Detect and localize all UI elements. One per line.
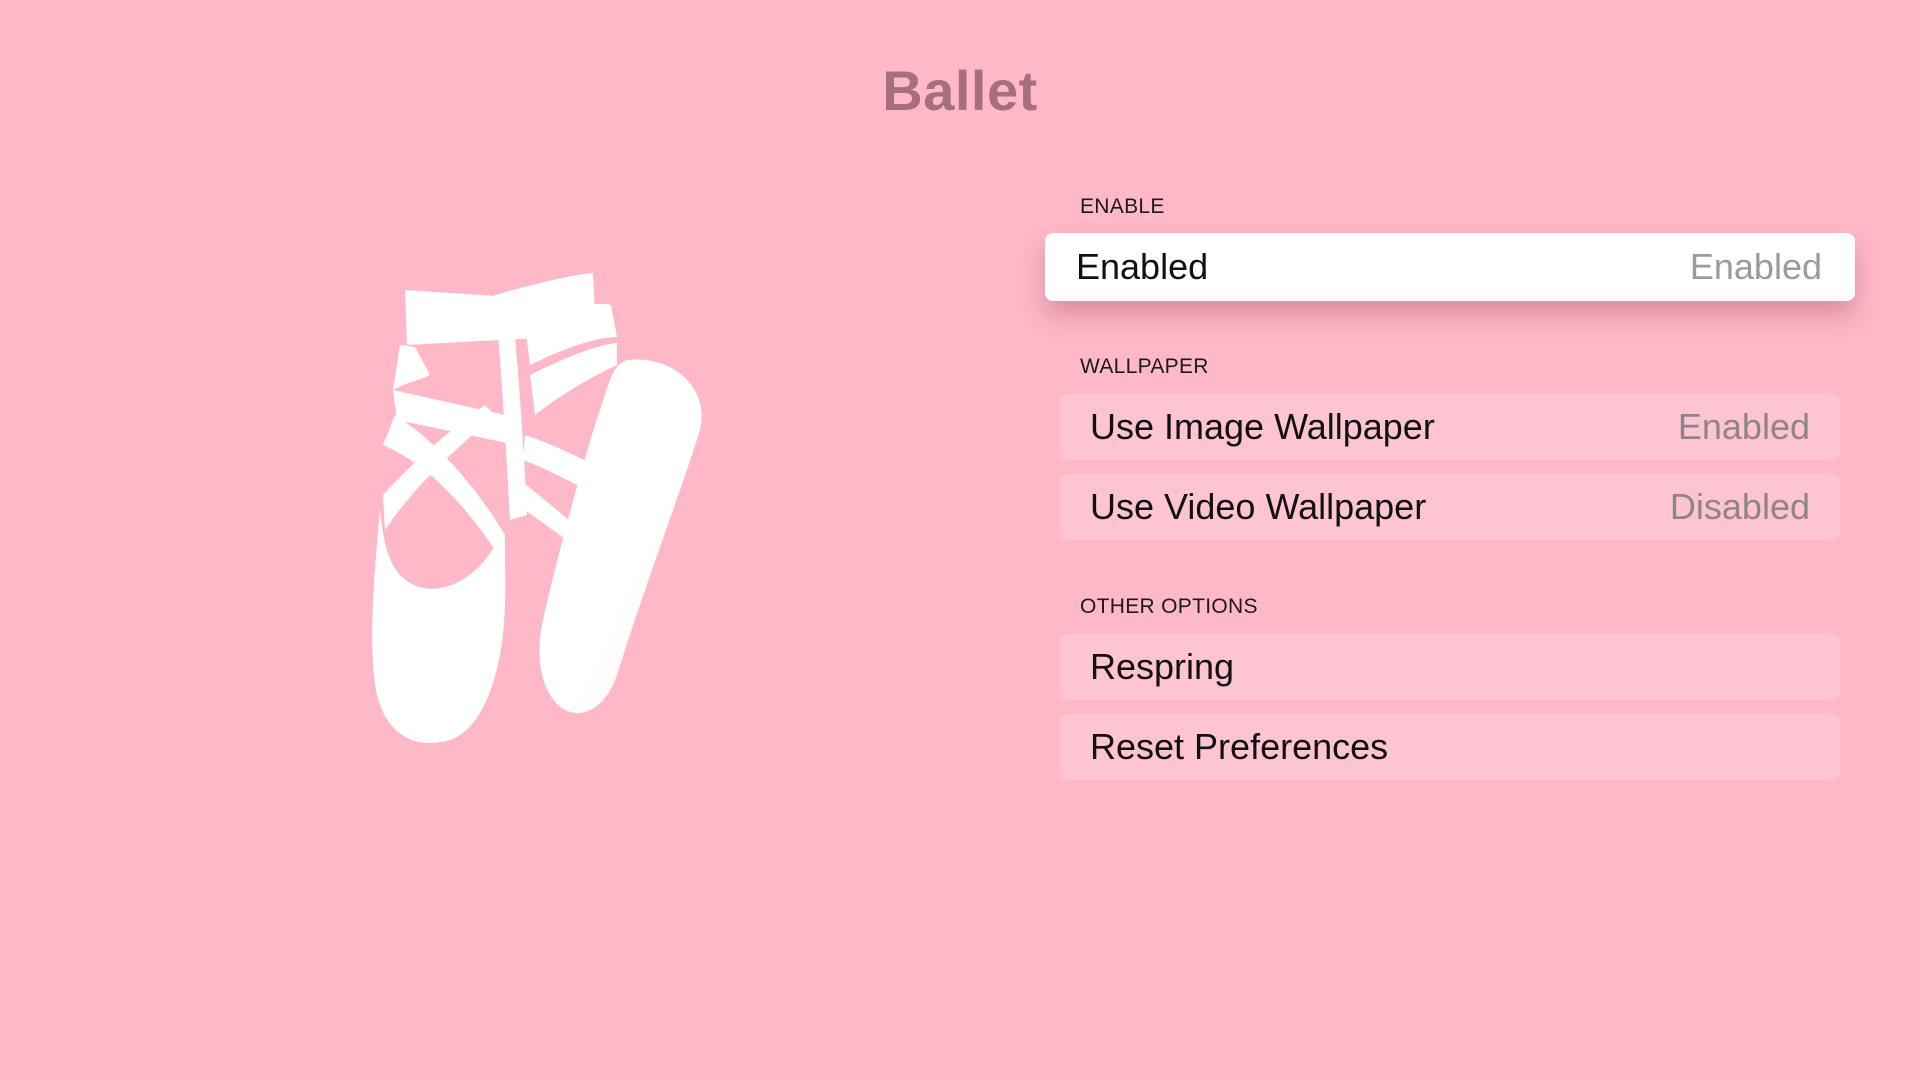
use-video-wallpaper-row[interactable]: Use Video Wallpaper Disabled: [1060, 474, 1840, 540]
section-header-enable: ENABLE: [1080, 195, 1165, 218]
enabled-row-label: Enabled: [1076, 246, 1209, 287]
reset-preferences-row[interactable]: Reset Preferences: [1060, 714, 1840, 780]
use-image-wallpaper-row[interactable]: Use Image Wallpaper Enabled: [1060, 394, 1840, 460]
settings-list: ENABLE Enabled Enabled WALLPAPER Use Ima…: [1045, 0, 1860, 1080]
respring-row[interactable]: Respring: [1060, 634, 1840, 700]
reset-preferences-label: Reset Preferences: [1090, 726, 1389, 767]
section-header-other-options: OTHER OPTIONS: [1080, 595, 1258, 618]
use-video-wallpaper-label: Use Video Wallpaper: [1090, 486, 1427, 527]
enabled-row-value: Enabled: [1689, 246, 1822, 287]
settings-screen: { "title": "Ballet", "illustration": { "…: [0, 0, 1920, 1080]
use-video-wallpaper-value: Disabled: [1669, 486, 1810, 527]
use-image-wallpaper-value: Enabled: [1677, 406, 1810, 447]
section-header-wallpaper: WALLPAPER: [1080, 355, 1209, 378]
respring-label: Respring: [1090, 646, 1235, 687]
ballet-shoes-icon: [355, 265, 715, 755]
use-image-wallpaper-label: Use Image Wallpaper: [1090, 406, 1435, 447]
enabled-row[interactable]: Enabled Enabled: [1045, 233, 1855, 301]
